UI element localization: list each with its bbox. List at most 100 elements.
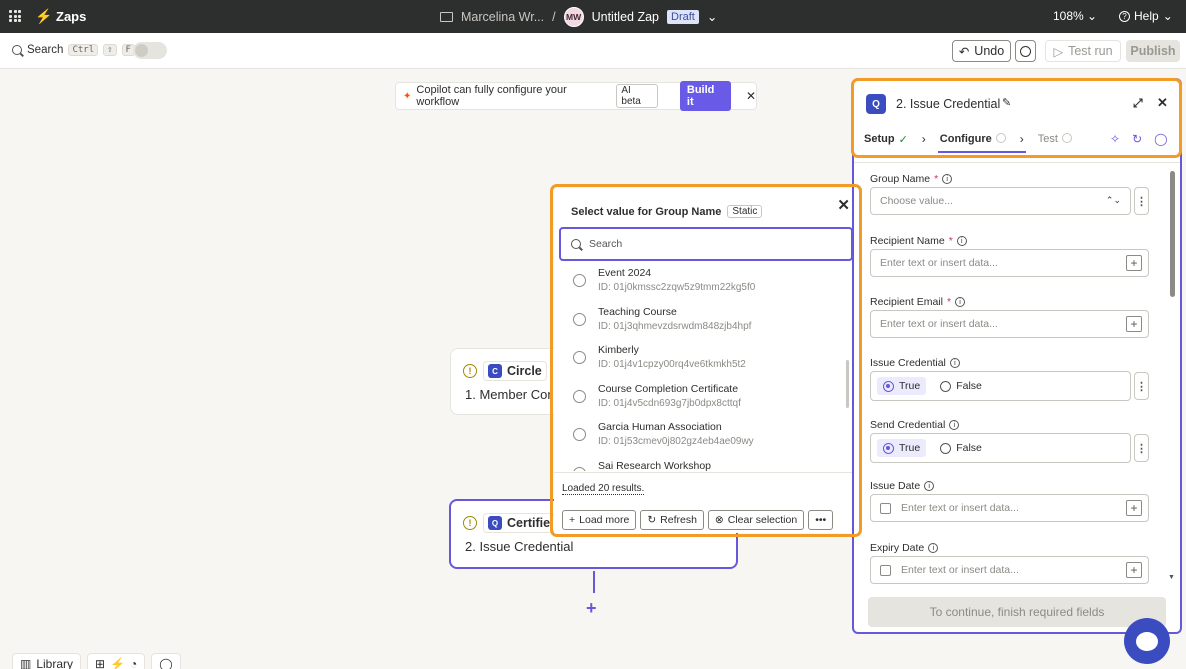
canvas-bottom-bar: ▥ Library ⊞ ⚡ ◔ ◯ [12, 653, 181, 669]
play-icon: ▷ [1053, 44, 1064, 59]
info-icon[interactable]: i [955, 297, 966, 307]
issue-date-field[interactable]: Enter text or insert data... + [870, 494, 1149, 522]
circle-app-icon: C [488, 364, 502, 378]
send-credential-choice: True False [870, 433, 1131, 463]
app-chip: Q Certifie [483, 513, 556, 533]
info-icon[interactable]: i [942, 174, 953, 184]
canvas-search[interactable]: Search Ctrl ⇧ F [12, 44, 135, 56]
folder-name[interactable]: Marcelina Wr... [461, 10, 544, 24]
step-title: 1. Member Cor [465, 387, 552, 402]
step-title: 2. Issue Credential [465, 539, 574, 554]
bolt-icon[interactable]: ⚡ [110, 657, 125, 669]
publish-button[interactable]: Publish [1126, 40, 1180, 62]
avatar: MW [563, 6, 584, 27]
chat-support-button[interactable] [1124, 618, 1170, 664]
expiry-date-field[interactable]: Enter text or insert data... + [870, 556, 1149, 584]
field-placeholder: Enter text or insert data... [880, 318, 998, 330]
radio-selected-icon [883, 380, 894, 392]
insert-data-button[interactable]: + [1126, 316, 1142, 332]
step-connector [593, 571, 595, 593]
library-icon: ▥ [20, 657, 32, 669]
zoom-control[interactable]: 108% ⌄ [1053, 9, 1097, 23]
app-name: Certifie [507, 516, 551, 530]
shortcut-key: Ctrl [68, 44, 99, 56]
help-label: Help [1134, 9, 1159, 23]
insert-data-button[interactable]: + [1126, 562, 1142, 578]
warning-icon: ! [463, 364, 477, 378]
true-option[interactable]: True [877, 439, 927, 457]
radio-icon [940, 442, 952, 454]
undo-icon: ↶ [958, 44, 970, 59]
help-menu[interactable]: ? Help ⌄ [1119, 9, 1173, 23]
warning-icon: ! [463, 516, 477, 530]
copilot-banner: ✦ Copilot can fully configure your workf… [395, 81, 757, 111]
required-marker: * [948, 235, 953, 247]
layout-icon[interactable]: ⊞ [95, 657, 105, 669]
beta-badge: AI beta [616, 84, 658, 108]
label-text: Issue Credential [870, 357, 946, 369]
group-name-select[interactable]: Choose value... ⌃⌄ [870, 187, 1131, 215]
field-options-button[interactable]: ⋮ [1134, 372, 1149, 400]
recipient-email-field[interactable]: Enter text or insert data... + [870, 310, 1149, 338]
chat-bubble-icon [1136, 631, 1158, 651]
search-label: Search [27, 44, 64, 56]
panel-scrollbar[interactable] [1170, 171, 1175, 297]
breadcrumb: Marcelina Wr... / MW Untitled Zap Draft … [440, 0, 717, 33]
canvas-tools: ⊞ ⚡ ◔ [87, 653, 146, 669]
calendar-icon [880, 502, 891, 514]
label-text: Expiry Date [870, 542, 925, 554]
undo-label: Undo [974, 44, 1005, 58]
scroll-down-icon[interactable]: ▼ [1168, 574, 1175, 581]
chevron-down-icon[interactable]: ⌄ [707, 9, 717, 24]
history-button[interactable] [1015, 40, 1036, 62]
true-option[interactable]: True [877, 377, 927, 395]
issue-credential-choice: True False [870, 371, 1131, 401]
continue-button[interactable]: To continue, finish required fields [868, 597, 1166, 627]
undo-button[interactable]: ↶ Undo [952, 40, 1011, 62]
copilot-message: Copilot can fully configure your workflo… [416, 84, 567, 108]
close-icon[interactable]: ✕ [746, 89, 756, 103]
false-option[interactable]: False [934, 439, 988, 457]
help-icon: ? [1119, 10, 1130, 22]
info-icon[interactable]: i [949, 420, 960, 430]
app-chip: C Circle [483, 361, 547, 381]
panel-form: Group Name * i Choose value... ⌃⌄ ⋮ Recipie… [854, 162, 1180, 602]
top-bar: ⚡ Zaps Marcelina Wr... / MW Untitled Zap… [0, 0, 1186, 33]
field-options-button[interactable]: ⋮ [1134, 187, 1149, 215]
select-placeholder: Choose value... [880, 195, 953, 207]
add-step-icon[interactable]: + [586, 598, 597, 619]
radio-selected-icon [883, 442, 894, 454]
option-label: True [899, 380, 921, 392]
status-badge: Draft [667, 9, 699, 24]
breadcrumb-separator: / [552, 9, 556, 24]
insert-data-button[interactable]: + [1126, 255, 1142, 271]
recipient-name-field[interactable]: Enter text or insert data... + [870, 249, 1149, 277]
canvas-toggle[interactable] [133, 42, 167, 59]
field-label-send-credential: Send Credential i [870, 419, 960, 431]
test-run-button[interactable]: ▷ Test run [1045, 40, 1121, 62]
option-label: False [956, 380, 982, 392]
info-icon[interactable]: i [949, 358, 960, 368]
comment-button[interactable]: ◯ [151, 653, 181, 669]
info-icon[interactable]: i [928, 543, 939, 553]
info-icon[interactable]: i [924, 481, 935, 491]
copilot-icon: ✦ [403, 90, 412, 102]
label-text: Send Credential [870, 419, 946, 431]
field-options-button[interactable]: ⋮ [1134, 434, 1149, 462]
shortcut-key: ⇧ [103, 44, 117, 56]
field-label-issue-date: Issue Date i [870, 480, 935, 492]
required-marker: * [946, 296, 952, 308]
insert-data-button[interactable]: + [1126, 500, 1142, 516]
history-icon[interactable]: ◔ [130, 657, 137, 669]
brand-name[interactable]: Zaps [56, 9, 86, 24]
option-label: False [956, 442, 982, 454]
search-icon [12, 45, 22, 55]
build-it-button[interactable]: Build it [679, 81, 731, 111]
info-icon[interactable]: i [956, 236, 967, 246]
zap-name[interactable]: Untitled Zap [592, 10, 659, 24]
field-label-issue-credential: Issue Credential i [870, 357, 960, 369]
false-option[interactable]: False [934, 377, 988, 395]
field-placeholder: Enter text or insert data... [880, 257, 998, 269]
library-button[interactable]: ▥ Library [12, 653, 82, 669]
app-grid-icon[interactable] [9, 10, 21, 22]
